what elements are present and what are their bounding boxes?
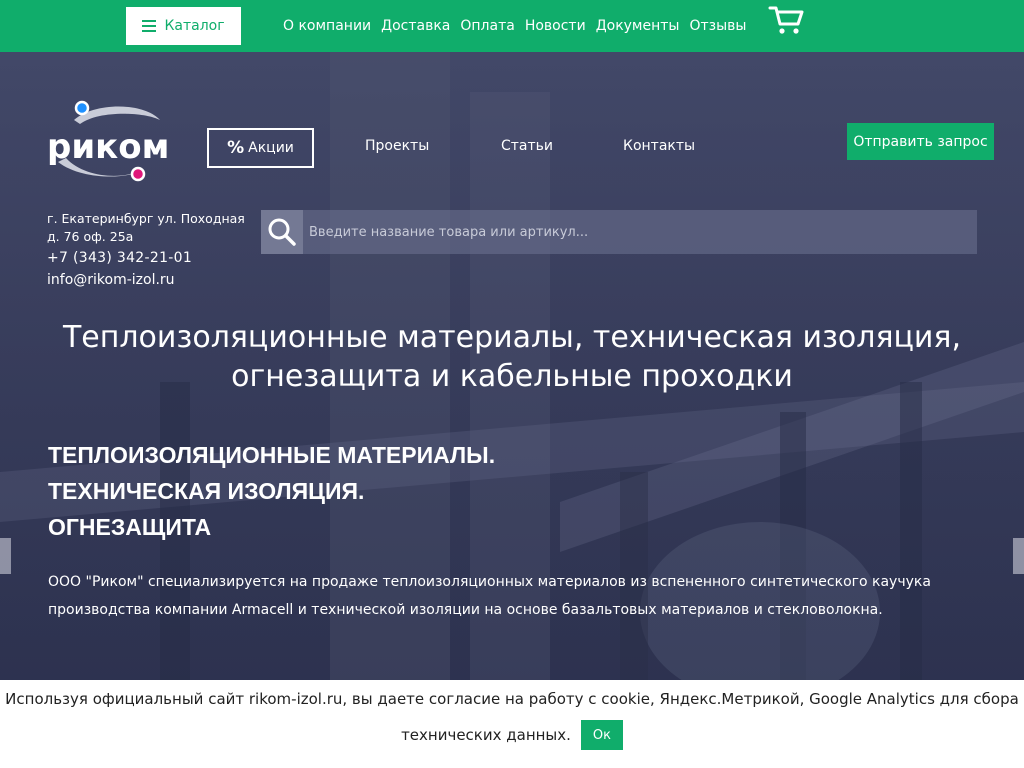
hero-section: рикoм % Акции Проекты Статьи Контакты От… <box>0 52 1024 768</box>
nav-articles[interactable]: Статьи <box>501 138 553 154</box>
promo-label: Акции <box>248 140 294 156</box>
send-request-button[interactable]: Отправить запрос <box>847 123 994 160</box>
nav-news[interactable]: Новости <box>525 18 586 34</box>
subtitle-line-1: ТЕПЛОИЗОЛЯЦИОННЫЕ МАТЕРИАЛЫ. <box>48 442 496 468</box>
contacts-block: г. Екатеринбург ул. Походная д. 76 оф. 2… <box>47 210 247 288</box>
promo-button[interactable]: % Акции <box>207 128 314 168</box>
nav-payment[interactable]: Оплата <box>460 18 514 34</box>
email-address[interactable]: info@rikom-izol.ru <box>47 272 247 288</box>
percent-icon: % <box>227 138 245 158</box>
cookie-text: Используя официальный сайт rikom-izol.ru… <box>5 690 1019 708</box>
page-title: Теплоизоляционные материалы, техническая… <box>0 318 1024 396</box>
search-icon <box>268 218 296 246</box>
page-title-line-2: огнезащита и кабельные проходки <box>231 359 793 394</box>
subtitle-line-2: ТЕХНИЧЕСКАЯ ИЗОЛЯЦИЯ. <box>48 478 365 504</box>
nav-contacts[interactable]: Контакты <box>623 138 695 154</box>
cookie-ok-button[interactable]: Ок <box>580 720 623 750</box>
logo-text: рикoм <box>47 127 168 167</box>
cookie-line-2: технических данных. Ок <box>0 720 1024 750</box>
slider-next-arrow[interactable] <box>1013 538 1024 574</box>
search-bar <box>261 210 977 254</box>
cart-icon[interactable] <box>768 4 804 36</box>
cookie-text-continued: технических данных. <box>401 726 571 744</box>
rikom-logo[interactable]: рикoм <box>44 98 168 182</box>
cookie-banner: Используя официальный сайт rikom-izol.ru… <box>0 680 1024 768</box>
catalog-button[interactable]: Каталог <box>126 7 241 45</box>
phone-number[interactable]: +7 (343) 342-21-01 <box>47 250 247 266</box>
nav-about[interactable]: О компании <box>283 18 371 34</box>
top-bar: Каталог О компании Доставка Оплата Новос… <box>0 0 1024 52</box>
hamburger-icon <box>142 20 157 32</box>
company-description: ООО "Риком" специализируется на продаже … <box>48 574 931 618</box>
nav-documents[interactable]: Документы <box>596 18 680 34</box>
subtitle-line-3: ОГНЕЗАЩИТА <box>48 514 212 540</box>
search-button[interactable] <box>261 210 303 254</box>
hero-subtitle: ТЕПЛОИЗОЛЯЦИОННЫЕ МАТЕРИАЛЫ. ТЕХНИЧЕСКАЯ… <box>48 437 495 545</box>
top-nav: О компании Доставка Оплата Новости Докум… <box>283 0 746 52</box>
slider-prev-arrow[interactable] <box>0 538 11 574</box>
address: г. Екатеринбург ул. Походная д. 76 оф. 2… <box>47 211 245 244</box>
search-input[interactable] <box>303 210 977 254</box>
nav-delivery[interactable]: Доставка <box>381 18 450 34</box>
page-title-line-1: Теплоизоляционные материалы, техническая… <box>62 320 962 355</box>
nav-projects[interactable]: Проекты <box>365 138 429 154</box>
catalog-label: Каталог <box>164 18 225 34</box>
nav-reviews[interactable]: Отзывы <box>689 18 746 34</box>
